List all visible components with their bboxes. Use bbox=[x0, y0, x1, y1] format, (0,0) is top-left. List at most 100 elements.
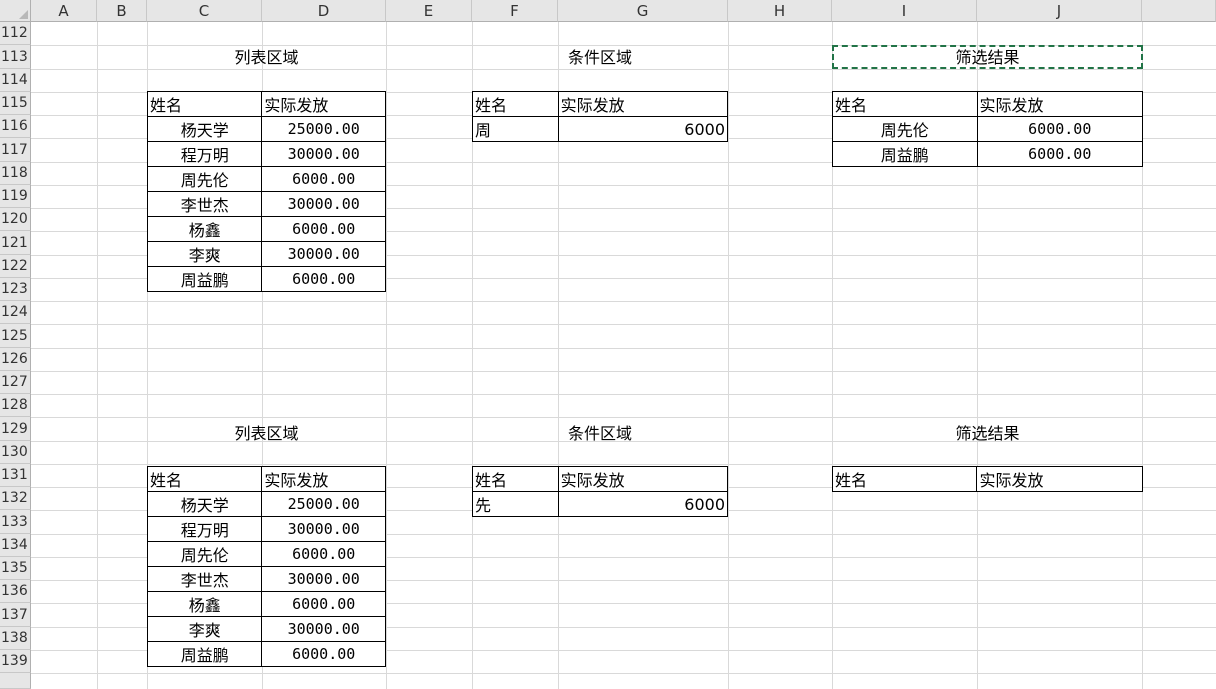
column-header-g[interactable]: G bbox=[558, 0, 728, 22]
amount-cell[interactable]: 6000.00 bbox=[261, 641, 386, 667]
table-header-row: 姓名 实际发放 bbox=[146, 466, 386, 492]
table-row: 周益鹏 6000.00 bbox=[832, 141, 1143, 167]
row-header[interactable]: 127 bbox=[0, 371, 31, 394]
name-cell[interactable]: 程万明 bbox=[146, 516, 263, 542]
row-header[interactable]: 130 bbox=[0, 441, 31, 464]
column-header-c[interactable]: C bbox=[147, 0, 262, 22]
header-cell-name[interactable]: 姓名 bbox=[472, 91, 559, 117]
grid-line-horizontal bbox=[31, 673, 1216, 674]
header-cell-name[interactable]: 姓名 bbox=[832, 91, 978, 117]
criteria-name-cell[interactable]: 周 bbox=[472, 116, 559, 142]
row-header[interactable]: 123 bbox=[0, 278, 31, 301]
header-cell-amount[interactable]: 实际发放 bbox=[261, 91, 386, 117]
table-row: 李世杰 30000.00 bbox=[146, 566, 386, 592]
amount-cell[interactable]: 30000.00 bbox=[261, 566, 386, 592]
row-header[interactable]: 131 bbox=[0, 464, 31, 487]
row-header[interactable]: 124 bbox=[0, 301, 31, 324]
amount-cell[interactable]: 25000.00 bbox=[261, 491, 386, 517]
row-header[interactable]: 134 bbox=[0, 534, 31, 557]
criteria-amount-cell[interactable]: 6000 bbox=[557, 491, 729, 517]
column-header-h[interactable]: H bbox=[728, 0, 832, 22]
row-header[interactable]: 117 bbox=[0, 138, 31, 162]
table-row: 程万明 30000.00 bbox=[146, 141, 386, 167]
column-header-f[interactable]: F bbox=[472, 0, 558, 22]
column-header-extra[interactable] bbox=[1142, 0, 1216, 22]
name-cell[interactable]: 周益鹏 bbox=[832, 141, 978, 167]
row-header[interactable]: 112 bbox=[0, 22, 31, 45]
column-header-d[interactable]: D bbox=[262, 0, 386, 22]
name-cell[interactable]: 周先伦 bbox=[832, 116, 978, 142]
row-header[interactable]: 132 bbox=[0, 487, 31, 510]
amount-cell[interactable]: 25000.00 bbox=[261, 116, 386, 142]
amount-cell[interactable]: 30000.00 bbox=[261, 616, 386, 642]
header-cell-amount[interactable]: 实际发放 bbox=[557, 466, 729, 492]
amount-cell[interactable]: 6000.00 bbox=[261, 216, 386, 242]
amount-cell[interactable]: 6000.00 bbox=[261, 541, 386, 567]
amount-cell[interactable]: 30000.00 bbox=[261, 191, 386, 217]
row-header[interactable]: 120 bbox=[0, 208, 31, 231]
row-header[interactable]: 139 bbox=[0, 650, 31, 673]
grid-line-horizontal bbox=[31, 417, 1216, 418]
amount-cell[interactable]: 30000.00 bbox=[261, 241, 386, 267]
name-cell[interactable]: 李爽 bbox=[146, 616, 263, 642]
name-cell[interactable]: 周益鹏 bbox=[146, 266, 263, 292]
criteria-amount-cell[interactable]: 6000 bbox=[557, 116, 729, 142]
header-cell-amount[interactable]: 实际发放 bbox=[557, 91, 729, 117]
name-cell[interactable]: 李世杰 bbox=[146, 191, 263, 217]
criteria-name-cell[interactable]: 先 bbox=[472, 491, 559, 517]
name-cell[interactable]: 周益鹏 bbox=[146, 641, 263, 667]
name-cell[interactable]: 李爽 bbox=[146, 241, 263, 267]
row-header[interactable]: 116 bbox=[0, 115, 31, 138]
name-cell[interactable]: 杨天学 bbox=[146, 116, 263, 142]
row-header[interactable]: 126 bbox=[0, 348, 31, 371]
column-header-i[interactable]: I bbox=[832, 0, 977, 22]
row-header[interactable]: 136 bbox=[0, 580, 31, 603]
select-all-corner[interactable] bbox=[0, 0, 31, 22]
row-header[interactable]: 137 bbox=[0, 603, 31, 627]
row-header-partial[interactable] bbox=[0, 673, 31, 689]
spreadsheet-grid[interactable]: ABCDEFGHIJ 112 113 114 115 116 117 118 119 120 12… bbox=[0, 0, 1216, 689]
header-cell-name[interactable]: 姓名 bbox=[146, 466, 263, 492]
header-cell-name[interactable]: 姓名 bbox=[831, 466, 978, 492]
name-cell[interactable]: 程万明 bbox=[146, 141, 263, 167]
amount-cell[interactable]: 6000.00 bbox=[261, 166, 386, 192]
amount-cell[interactable]: 6000.00 bbox=[261, 266, 386, 292]
column-header-b[interactable]: B bbox=[97, 0, 147, 22]
column-header-j[interactable]: J bbox=[977, 0, 1142, 22]
row-header[interactable]: 115 bbox=[0, 92, 31, 115]
grid-line-horizontal bbox=[31, 348, 1216, 349]
name-cell[interactable]: 杨天学 bbox=[146, 491, 263, 517]
row-header[interactable]: 113 bbox=[0, 45, 31, 69]
row-header[interactable]: 121 bbox=[0, 231, 31, 255]
row-header[interactable]: 129 bbox=[0, 417, 31, 441]
name-cell[interactable]: 李世杰 bbox=[146, 566, 263, 592]
header-cell-name[interactable]: 姓名 bbox=[472, 466, 559, 492]
name-cell[interactable]: 杨鑫 bbox=[146, 216, 263, 242]
amount-cell[interactable]: 30000.00 bbox=[261, 141, 386, 167]
amount-cell[interactable]: 30000.00 bbox=[261, 516, 386, 542]
name-cell[interactable]: 杨鑫 bbox=[146, 591, 263, 617]
row-header[interactable]: 122 bbox=[0, 255, 31, 278]
row-header[interactable]: 119 bbox=[0, 185, 31, 208]
row-header[interactable]: 138 bbox=[0, 627, 31, 650]
row-header[interactable]: 135 bbox=[0, 557, 31, 580]
amount-cell[interactable]: 6000.00 bbox=[261, 591, 386, 617]
row-header[interactable]: 114 bbox=[0, 69, 31, 92]
header-cell-amount[interactable]: 实际发放 bbox=[976, 91, 1143, 117]
column-header-a[interactable]: A bbox=[31, 0, 97, 22]
criteria-area-title: 条件区域 bbox=[567, 48, 632, 67]
table-row: 程万明 30000.00 bbox=[146, 516, 386, 542]
amount-cell[interactable]: 6000.00 bbox=[976, 116, 1143, 142]
row-header[interactable]: 125 bbox=[0, 324, 31, 348]
name-cell[interactable]: 周先伦 bbox=[146, 166, 263, 192]
row-header[interactable]: 118 bbox=[0, 162, 31, 185]
amount-cell[interactable]: 6000.00 bbox=[976, 141, 1143, 167]
header-cell-amount[interactable]: 实际发放 bbox=[261, 466, 386, 492]
row-header[interactable]: 133 bbox=[0, 510, 31, 534]
header-cell-amount[interactable]: 实际发放 bbox=[976, 466, 1143, 492]
column-header-e[interactable]: E bbox=[386, 0, 472, 22]
list-table: 姓名 实际发放 杨天学 25000.00 程万明 30000.00 周先伦 6000.00 李世… bbox=[146, 466, 386, 667]
row-header[interactable]: 128 bbox=[0, 394, 31, 417]
name-cell[interactable]: 周先伦 bbox=[146, 541, 263, 567]
header-cell-name[interactable]: 姓名 bbox=[146, 91, 263, 117]
